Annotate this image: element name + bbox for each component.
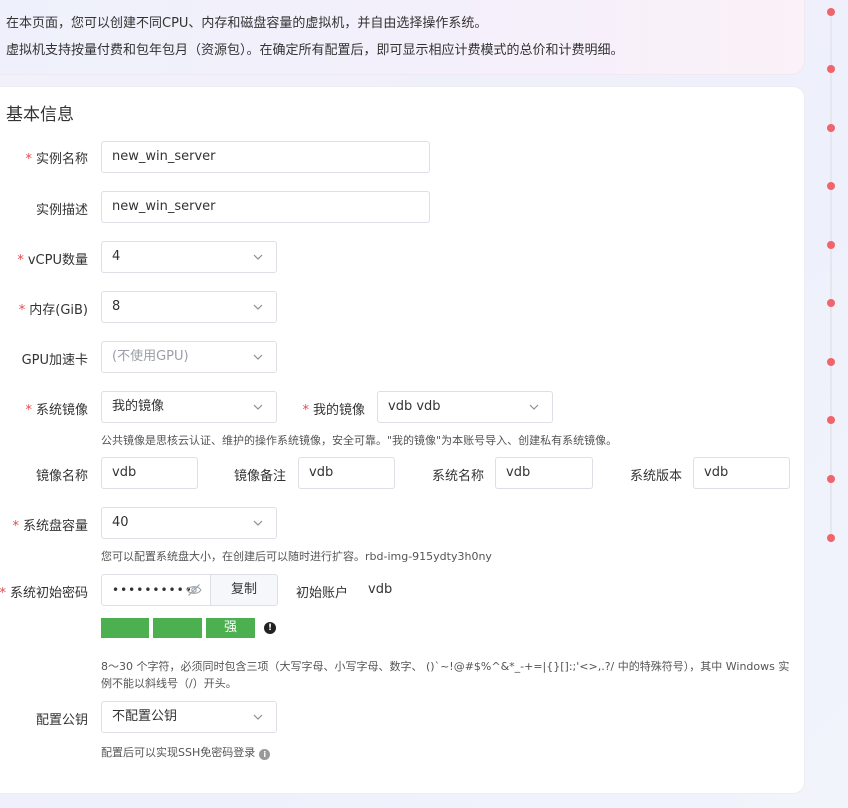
strength-bar-3: 强	[206, 618, 255, 638]
image-note-input[interactable]: vdb	[298, 457, 395, 489]
image-note-label: 镜像备注	[233, 469, 286, 484]
os-name-input[interactable]: vdb	[495, 457, 593, 489]
timeline-dot[interactable]	[827, 534, 835, 542]
timeline-dot[interactable]	[827, 182, 835, 190]
os-version-input[interactable]: vdb	[693, 457, 790, 489]
intro-line-2: 虚拟机支持按量付费和包年包月（资源包）。在确定所有配置后，即可显示相应计费模式的…	[6, 43, 624, 58]
required-mark: *	[302, 403, 309, 418]
ssh-key-label: 配置公钥	[35, 713, 88, 728]
memory-value: 8	[112, 299, 121, 314]
timeline-dot[interactable]	[827, 8, 835, 16]
intro-panel: 在本页面，您可以创建不同CPU、内存和磁盘容量的虚拟机，并自由选择操作系统。 虚…	[0, 0, 805, 75]
timeline-dot[interactable]	[827, 475, 835, 483]
password-label: * 系统初始密码	[0, 586, 88, 601]
info-icon[interactable]: i	[259, 749, 271, 760]
strength-bar-1	[101, 618, 149, 638]
image-name-label: 镜像名称	[35, 469, 88, 484]
ssh-hint: 配置后可以实现SSH免密码登录 i	[101, 744, 271, 760]
instance-desc-label: 实例描述	[35, 203, 88, 218]
intro-line-1: 在本页面，您可以创建不同CPU、内存和磁盘容量的虚拟机，并自由选择操作系统。	[6, 16, 488, 31]
required-mark: *	[25, 152, 32, 167]
instance-name-label: * 实例名称	[25, 152, 88, 167]
chevron-down-icon	[253, 520, 263, 526]
chevron-down-icon	[253, 714, 263, 720]
timeline-dot[interactable]	[827, 65, 835, 73]
my-image-value: vdb vdb	[388, 399, 441, 414]
image-type-select[interactable]: 我的镜像	[101, 391, 277, 423]
timeline-dot[interactable]	[827, 299, 835, 307]
gpu-label: GPU加速卡	[21, 353, 88, 368]
disk-hint: 您可以配置系统盘大小，在创建后可以随时进行扩容。rbd-img-915ydty3…	[101, 550, 492, 563]
required-mark: *	[25, 403, 32, 418]
warning-icon[interactable]: !	[264, 622, 276, 634]
ssh-key-select[interactable]: 不配置公钥	[101, 701, 277, 733]
copy-password-button[interactable]: 复制	[210, 574, 278, 606]
init-account-label: 初始账户	[296, 586, 349, 601]
system-image-label: * 系统镜像	[25, 403, 88, 418]
gpu-value: (不使用GPU)	[112, 349, 189, 364]
password-field[interactable]: •••••••••• 复制	[101, 574, 278, 606]
required-mark: *	[12, 519, 19, 534]
timeline-dot[interactable]	[827, 416, 835, 424]
disk-select[interactable]: 40	[101, 507, 277, 539]
timeline-dot[interactable]	[827, 241, 835, 249]
vcpu-select[interactable]: 4	[101, 241, 277, 273]
os-name-label: 系统名称	[431, 469, 484, 484]
vcpu-value: 4	[112, 249, 121, 264]
chevron-down-icon	[529, 404, 539, 410]
init-account-value: vdb	[368, 582, 393, 597]
strength-bar-2	[153, 618, 202, 638]
instance-name-input[interactable]: new_win_server	[101, 141, 430, 173]
memory-select[interactable]: 8	[101, 291, 277, 323]
required-mark: *	[18, 303, 26, 318]
image-name-input[interactable]: vdb	[101, 457, 198, 489]
disk-value: 40	[112, 515, 129, 530]
timeline-dot[interactable]	[827, 358, 835, 366]
chevron-down-icon	[253, 304, 263, 310]
image-hint: 公共镜像是思核云认证、维护的操作系统镜像，安全可靠。"我的镜像"为本账号导入、创…	[101, 434, 618, 447]
required-mark: *	[17, 253, 24, 268]
eye-hidden-icon[interactable]	[186, 583, 202, 597]
required-mark: *	[0, 586, 6, 601]
my-image-select[interactable]: vdb vdb	[377, 391, 553, 423]
ssh-key-value: 不配置公钥	[112, 709, 178, 724]
my-image-label: * 我的镜像	[302, 403, 365, 418]
section-title: 基本信息	[6, 105, 74, 125]
memory-label: * 内存(GiB)	[18, 303, 88, 318]
password-masked-value: ••••••••••	[112, 583, 193, 597]
chevron-down-icon	[253, 404, 263, 410]
gpu-select[interactable]: (不使用GPU)	[101, 341, 277, 373]
instance-desc-input[interactable]: new_win_server	[101, 191, 430, 223]
timeline-dot[interactable]	[827, 124, 835, 132]
vcpu-label: * vCPU数量	[17, 253, 88, 268]
chevron-down-icon	[253, 354, 263, 360]
chevron-down-icon	[253, 254, 263, 260]
image-type-value: 我的镜像	[112, 399, 165, 414]
timeline-rail	[830, 8, 832, 542]
disk-label: * 系统盘容量	[12, 519, 88, 534]
os-version-label: 系统版本	[629, 469, 682, 484]
password-hint: 8～30 个字符，必须同时包含三项（大写字母、小写字母、数字、 ()`~!@#$…	[101, 660, 790, 690]
